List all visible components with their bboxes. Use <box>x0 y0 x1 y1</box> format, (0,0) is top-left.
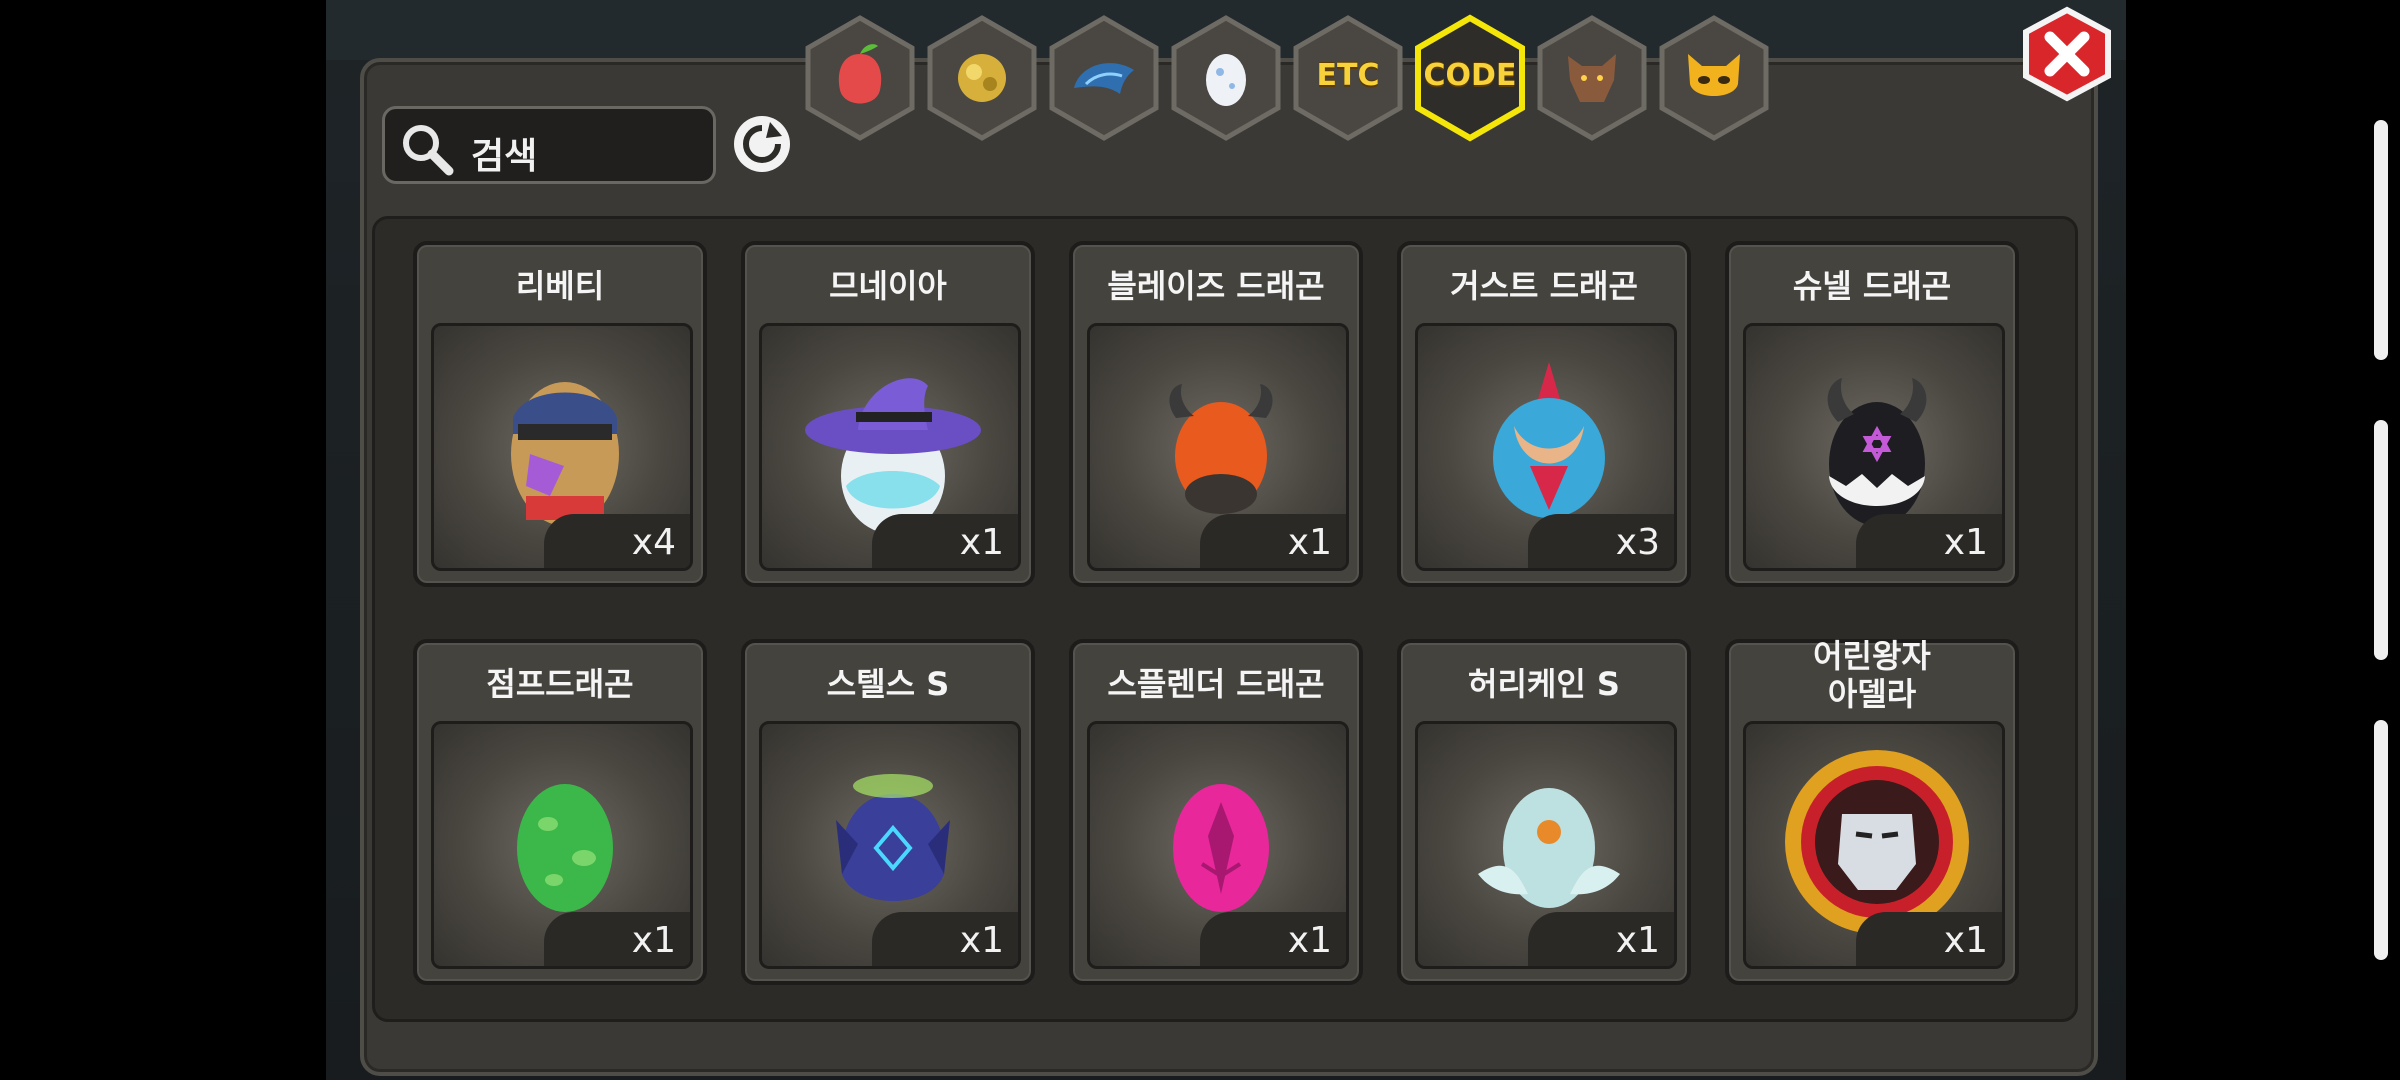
item-count: x1 <box>1856 514 2002 568</box>
item-card[interactable]: 스텔스 S x1 <box>741 639 1035 985</box>
item-card[interactable]: 어린왕자 아델라 x1 <box>1725 637 2019 985</box>
item-count: x1 <box>872 912 1018 966</box>
item-card[interactable]: 슈넬 드래곤 x1 <box>1725 241 2019 587</box>
item-image-frame: x1 <box>759 721 1021 969</box>
item-count: x1 <box>1528 912 1674 966</box>
item-image-frame: x3 <box>1415 323 1677 571</box>
item-count: x3 <box>1528 514 1674 568</box>
item-count: x1 <box>1856 912 2002 966</box>
item-card[interactable]: 리베티 x4 <box>413 241 707 587</box>
item-image-frame: x1 <box>1415 721 1677 969</box>
tab-gold-ore[interactable] <box>924 14 1040 142</box>
close-icon[interactable] <box>2020 6 2114 102</box>
item-image-frame: x1 <box>1743 323 2005 571</box>
page-scrollbar-thumb[interactable] <box>2374 720 2388 960</box>
search-icon <box>403 125 454 176</box>
refresh-icon[interactable] <box>732 114 792 174</box>
search-placeholder: 검색 <box>471 136 538 177</box>
tab-dragon-scale[interactable] <box>1046 14 1162 142</box>
tab-wolf[interactable] <box>1534 14 1650 142</box>
item-card[interactable]: 허리케인 S x1 <box>1397 639 1691 985</box>
item-card[interactable]: 스플렌더 드래곤 x1 <box>1069 639 1363 985</box>
item-count: x1 <box>1200 912 1346 966</box>
item-count: x1 <box>872 514 1018 568</box>
item-card[interactable]: 점프드래곤 x1 <box>413 639 707 985</box>
item-image-frame: x1 <box>759 323 1021 571</box>
item-count: x1 <box>544 912 690 966</box>
tab-egg[interactable] <box>1168 14 1284 142</box>
item-count: x4 <box>544 514 690 568</box>
item-name-line-1: 어린왕자 <box>1813 637 1931 675</box>
item-card[interactable]: 거스트 드래곤 x3 <box>1397 241 1691 587</box>
egg-icon <box>1206 54 1246 106</box>
item-name-line-2: 아델라 <box>1827 675 1917 713</box>
item-count: x1 <box>1200 514 1346 568</box>
item-card[interactable]: 므네이아 x1 <box>741 241 1035 587</box>
item-card[interactable]: 블레이즈 드래곤 x1 <box>1069 241 1363 587</box>
gold-ore-icon <box>958 54 1006 102</box>
search-field[interactable]: 검색 <box>382 106 716 184</box>
page-scrollbar-thumb[interactable] <box>2374 420 2388 660</box>
page-scrollbar-thumb[interactable] <box>2374 120 2388 360</box>
item-image-frame: x1 <box>1087 721 1349 969</box>
item-image-frame: x1 <box>431 721 693 969</box>
tab-code[interactable]: CODE <box>1412 14 1528 142</box>
item-image-frame: x1 <box>1087 323 1349 571</box>
item-image-frame: x1 <box>1743 721 2005 969</box>
tab-demon-mask[interactable] <box>1656 14 1772 142</box>
tab-etc[interactable]: ETC <box>1290 14 1406 142</box>
item-image-frame: x4 <box>431 323 693 571</box>
tab-fruit[interactable] <box>802 14 918 142</box>
item-grid: 리베티 x4 므네이아 x1 블레이즈 드래곤 x1 거스트 드래곤 x3 슈넬… <box>372 216 2078 1022</box>
